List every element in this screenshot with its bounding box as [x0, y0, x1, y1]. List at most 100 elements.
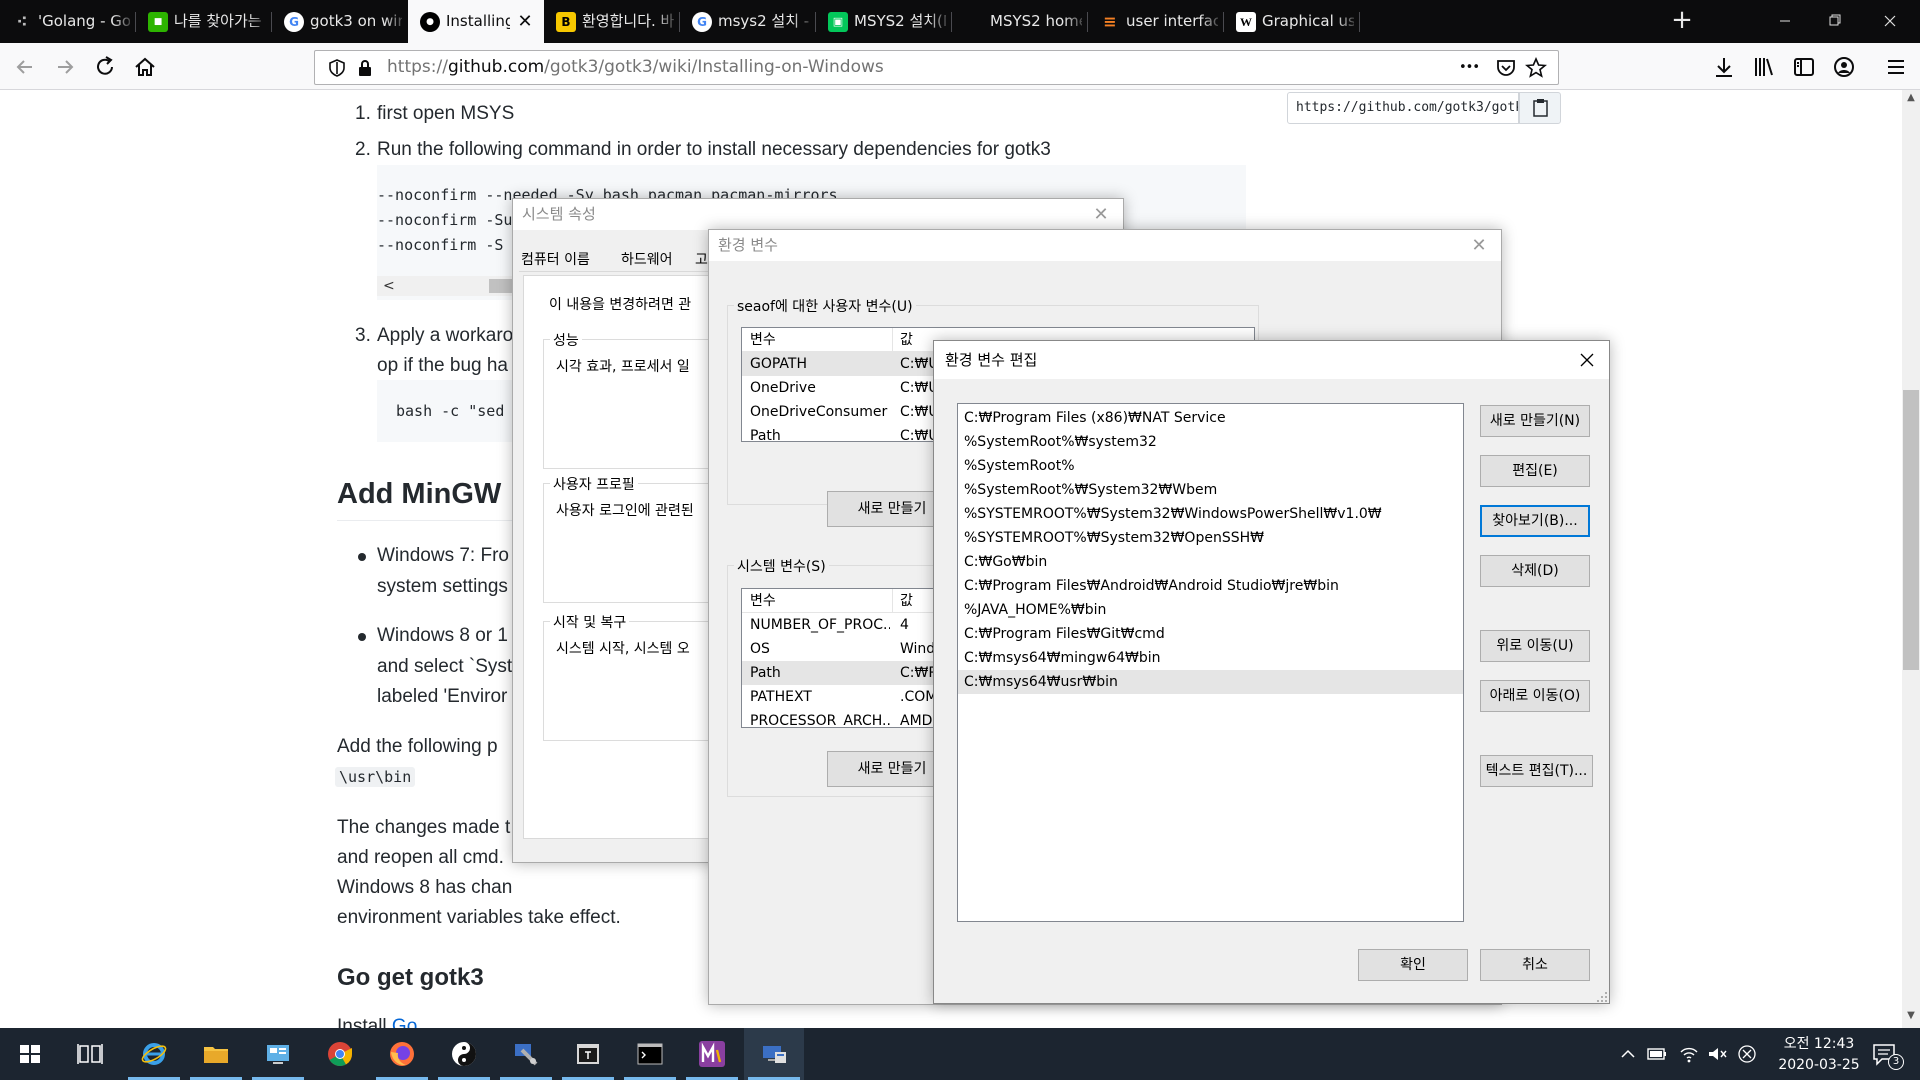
- dialog-titlebar[interactable]: 환경 변수 ✕: [709, 230, 1501, 261]
- dialog-titlebar[interactable]: 시스템 속성 ✕: [513, 199, 1123, 230]
- path-entries-list[interactable]: C:₩Program Files (x86)₩NAT Service %Syste…: [957, 403, 1464, 922]
- page-scrollbar-thumb[interactable]: [1903, 390, 1919, 670]
- path-entry[interactable]: C:₩Program Files₩Git₩cmd: [958, 622, 1463, 646]
- edit-text-button[interactable]: 텍스트 편집(T)...: [1480, 755, 1593, 787]
- taskbar-app-tool[interactable]: [496, 1028, 556, 1080]
- path-entry[interactable]: C:₩Go₩bin: [958, 550, 1463, 574]
- close-dialog-button[interactable]: ✕: [1079, 199, 1123, 230]
- column-header-variable[interactable]: 변수: [750, 589, 776, 613]
- dialog-titlebar[interactable]: 환경 변수 편집: [934, 341, 1609, 379]
- home-button[interactable]: [128, 50, 162, 84]
- browse-button[interactable]: 찾아보기(B)...: [1480, 505, 1590, 537]
- ime-status-icon[interactable]: [1736, 1043, 1758, 1065]
- close-dialog-button[interactable]: [1565, 341, 1609, 379]
- B-favicon-icon: B: [556, 12, 576, 32]
- path-entry[interactable]: C:₩msys64₩usr₩bin: [958, 670, 1463, 694]
- browser-tab[interactable]: ■나를 찾아가는 여: [136, 0, 272, 43]
- column-header-variable[interactable]: 변수: [750, 328, 776, 352]
- path-entry[interactable]: %SystemRoot%₩System32₩Wbem: [958, 478, 1463, 502]
- taskbar-control-panel[interactable]: [248, 1028, 308, 1080]
- sidebar-icon[interactable]: [1792, 55, 1816, 79]
- back-button[interactable]: [8, 50, 42, 84]
- url-bar[interactable]: https://github.com/gotk3/gotk3/wiki/Inst…: [314, 50, 1559, 85]
- move-up-button[interactable]: 위로 이동(U): [1480, 630, 1590, 662]
- taskbar-app-yin-yang[interactable]: [434, 1028, 494, 1080]
- delete-entry-button[interactable]: 삭제(D): [1480, 555, 1590, 587]
- action-center-button[interactable]: 3: [1870, 1040, 1904, 1070]
- bookmark-star-icon[interactable]: [1525, 57, 1547, 79]
- scroll-up-arrow[interactable]: ▲: [1902, 92, 1920, 110]
- downloads-icon[interactable]: [1712, 55, 1736, 79]
- path-entry[interactable]: %SystemRoot%₩system32: [958, 430, 1463, 454]
- tab-advanced[interactable]: 고: [695, 249, 708, 269]
- reload-button[interactable]: [88, 50, 122, 84]
- task-view-button[interactable]: [60, 1028, 120, 1080]
- clock-date[interactable]: 2020-03-25: [1776, 1057, 1862, 1073]
- blog-favicon-icon: ■: [148, 12, 168, 32]
- pocket-icon[interactable]: [1495, 57, 1517, 79]
- volume-muted-icon[interactable]: [1706, 1044, 1728, 1064]
- new-tab-button[interactable]: +: [1662, 0, 1702, 43]
- close-window-button[interactable]: [1860, 0, 1920, 43]
- forward-button[interactable]: [48, 50, 82, 84]
- cancel-button[interactable]: 취소: [1480, 949, 1590, 981]
- library-icon[interactable]: [1752, 55, 1776, 79]
- win8-text-cont: and select `Syst: [377, 656, 513, 677]
- browser-tab[interactable]: Gmsys2 설치 - Go: [680, 0, 816, 43]
- clone-url-text[interactable]: https://github.com/gotk3/gotk3.wiki.git: [1296, 100, 1518, 115]
- copy-clone-url-button[interactable]: [1519, 92, 1561, 124]
- path-entry[interactable]: %SYSTEMROOT%₩System32₩OpenSSH₩: [958, 526, 1463, 550]
- column-divider[interactable]: [892, 589, 893, 613]
- wifi-icon[interactable]: [1678, 1044, 1700, 1064]
- close-tab-button[interactable]: ✕: [514, 0, 536, 43]
- browser-tab[interactable]: ≡user interface -: [1088, 0, 1224, 43]
- taskbar-internet-explorer[interactable]: [124, 1028, 184, 1080]
- edit-entry-button[interactable]: 편집(E): [1480, 455, 1590, 487]
- column-divider[interactable]: [892, 328, 893, 352]
- new-entry-button[interactable]: 새로 만들기(N): [1480, 405, 1590, 437]
- taskbar-msys2[interactable]: [682, 1028, 742, 1080]
- path-entry[interactable]: %SYSTEMROOT%₩System32₩WindowsPowerShell₩…: [958, 502, 1463, 526]
- close-dialog-button[interactable]: ✕: [1457, 230, 1501, 261]
- browser-tab[interactable]: Ggotk3 on windo: [272, 0, 408, 43]
- column-header-value[interactable]: 값: [900, 328, 913, 352]
- path-entry[interactable]: C:₩msys64₩mingw64₩bin: [958, 646, 1463, 670]
- browser-tab[interactable]: WGraphical user In: [1224, 0, 1360, 43]
- path-entry[interactable]: C:₩Program Files₩Android₩Android Studio₩…: [958, 574, 1463, 598]
- clock-time[interactable]: 오전 12:43: [1776, 1033, 1862, 1053]
- resize-grip-icon[interactable]: [1596, 991, 1608, 1003]
- taskbar-firefox[interactable]: [372, 1028, 432, 1080]
- clone-url-box[interactable]: https://github.com/gotk3/gotk3.wiki.git: [1287, 92, 1519, 124]
- path-entry[interactable]: %JAVA_HOME%₩bin: [958, 598, 1463, 622]
- menu-icon[interactable]: [1884, 55, 1908, 79]
- page-actions-button[interactable]: •••: [1459, 51, 1480, 84]
- move-down-button[interactable]: 아래로 이동(O): [1480, 680, 1590, 712]
- tab-hardware[interactable]: 하드웨어: [621, 249, 673, 269]
- show-hidden-icons-chevron-icon[interactable]: [1618, 1044, 1638, 1064]
- path-entry[interactable]: %SystemRoot%: [958, 454, 1463, 478]
- code-scroll-left-arrow[interactable]: <: [383, 276, 395, 296]
- browser-tab[interactable]: ● Installing on✕: [408, 0, 544, 43]
- ok-button[interactable]: 확인: [1358, 949, 1468, 981]
- tab-computer-name[interactable]: 컴퓨터 이름: [521, 249, 590, 269]
- lock-icon[interactable]: [355, 58, 375, 78]
- taskbar-app-terminal-gray[interactable]: [558, 1028, 618, 1080]
- account-icon[interactable]: [1832, 55, 1856, 79]
- taskbar-system-settings[interactable]: [744, 1028, 804, 1080]
- url-text[interactable]: https://github.com/gotk3/gotk3/wiki/Inst…: [387, 51, 884, 84]
- taskbar-file-explorer[interactable]: [186, 1028, 246, 1080]
- browser-tab[interactable]: ▣MSYS2 설치(Min: [816, 0, 952, 43]
- tab-fade: [1064, 0, 1088, 43]
- path-entry[interactable]: C:₩Program Files (x86)₩NAT Service: [958, 406, 1463, 430]
- restore-button[interactable]: [1805, 0, 1865, 43]
- battery-icon[interactable]: [1646, 1044, 1668, 1064]
- browser-tab[interactable]: ⁖'Golang - Gotk3: [0, 0, 136, 43]
- column-header-value[interactable]: 값: [900, 589, 913, 613]
- variable-name: PROCESSOR_ARCH...: [750, 713, 890, 728]
- start-button[interactable]: [0, 1028, 60, 1080]
- browser-tab[interactable]: MSYS2 homepage: [952, 0, 1088, 43]
- browser-tab[interactable]: B환영합니다. 바디: [544, 0, 680, 43]
- scroll-down-arrow[interactable]: ▼: [1902, 1010, 1920, 1028]
- taskbar-cmd[interactable]: [620, 1028, 680, 1080]
- taskbar-chrome[interactable]: [310, 1028, 370, 1080]
